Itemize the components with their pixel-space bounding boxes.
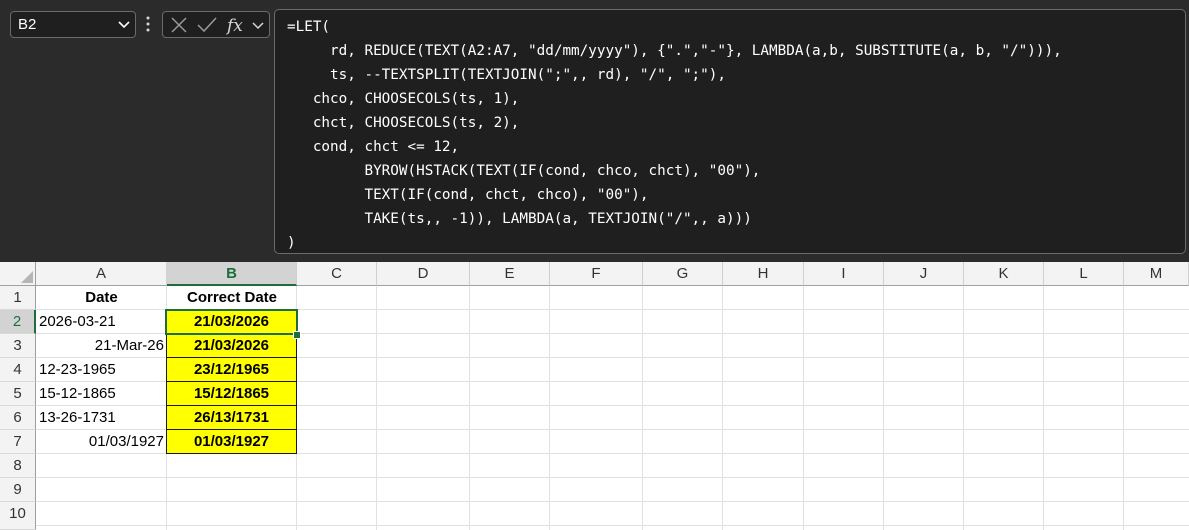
row-header-4[interactable]: 4 [0, 358, 36, 382]
row-header-7[interactable]: 7 [0, 430, 36, 454]
column-header-d[interactable]: D [377, 262, 470, 286]
row-header-6[interactable]: 6 [0, 406, 36, 430]
gridline [376, 286, 377, 530]
fill-handle[interactable] [293, 331, 301, 339]
gridline [883, 286, 884, 530]
svg-text:fx: fx [226, 16, 243, 35]
cell-b3[interactable]: 21/03/2026 [166, 334, 297, 358]
gridline [36, 501, 1189, 502]
active-cell-outline [165, 309, 298, 335]
cell-b1[interactable]: Correct Date [167, 286, 297, 310]
column-header-m[interactable]: M [1124, 262, 1189, 286]
cell-a5[interactable]: 15-12-1865 [36, 382, 167, 406]
fx-icon[interactable]: fx [226, 15, 248, 35]
row-header-1[interactable]: 1 [0, 286, 36, 310]
formula-line: chco, CHOOSECOLS(ts, 1), [287, 91, 520, 107]
column-header-b[interactable]: B [167, 262, 297, 286]
select-all-triangle-icon [21, 271, 33, 283]
cell-a7[interactable]: 01/03/1927 [36, 430, 167, 454]
name-box[interactable]: B2 [10, 11, 136, 38]
row-header-8[interactable]: 8 [0, 454, 36, 478]
x-icon[interactable] [169, 15, 189, 35]
formula-line: rd, REDUCE(TEXT(A2:A7, "dd/mm/yyyy"), {"… [287, 43, 1062, 59]
gridline [549, 286, 550, 530]
name-box-value: B2 [18, 16, 37, 33]
formula-input[interactable]: =LET( rd, REDUCE(TEXT(A2:A7, "dd/mm/yyyy… [274, 9, 1186, 254]
column-header-l[interactable]: L [1044, 262, 1124, 286]
row-header-10[interactable]: 10 [0, 502, 36, 530]
formula-line: TEXT(IF(cond, chct, chco), "00"), [287, 187, 649, 203]
row-header-2[interactable]: 2 [0, 310, 36, 334]
gridline [642, 286, 643, 530]
gridline [1043, 286, 1044, 530]
column-header-j[interactable]: J [884, 262, 964, 286]
chevron-down-icon[interactable] [117, 17, 131, 31]
column-header-f[interactable]: F [550, 262, 643, 286]
column-header-a[interactable]: A [36, 262, 167, 286]
check-icon[interactable] [196, 15, 218, 35]
cell-a3[interactable]: 21-Mar-26 [36, 334, 167, 358]
formula-text: =LET( rd, REDUCE(TEXT(A2:A7, "dd/mm/yyyy… [287, 15, 1062, 255]
cell-b6[interactable]: 26/13/1731 [166, 406, 297, 430]
column-header-g[interactable]: G [643, 262, 723, 286]
cell-b7[interactable]: 01/03/1927 [166, 430, 297, 454]
column-header-c[interactable]: C [297, 262, 377, 286]
formula-line: BYROW(HSTACK(TEXT(IF(cond, chco, chct), … [287, 163, 761, 179]
formula-line: TAKE(ts,, -1)), LAMBDA(a, TEXTJOIN("/",,… [287, 211, 752, 227]
cell-a2[interactable]: 2026-03-21 [36, 310, 167, 334]
formula-controls: fx [162, 11, 270, 38]
formula-line: chct, CHOOSECOLS(ts, 2), [287, 115, 520, 131]
gridline [469, 286, 470, 530]
cell-b4[interactable]: 23/12/1965 [166, 358, 297, 382]
row-header-9[interactable]: 9 [0, 478, 36, 502]
row-header-5[interactable]: 5 [0, 382, 36, 406]
formula-line: ) [287, 235, 296, 251]
chevron-down-icon[interactable] [251, 18, 265, 32]
gridline [36, 525, 1189, 526]
column-header-k[interactable]: K [964, 262, 1044, 286]
column-header-e[interactable]: E [470, 262, 550, 286]
gridline [36, 477, 1189, 478]
column-header-i[interactable]: I [804, 262, 884, 286]
select-all-button[interactable] [0, 262, 36, 286]
cell-a6[interactable]: 13-26-1731 [36, 406, 167, 430]
cell-b5[interactable]: 15/12/1865 [166, 382, 297, 406]
formula-line: =LET( [287, 19, 331, 35]
cell-a4[interactable]: 12-23-1965 [36, 358, 167, 382]
gridline [722, 286, 723, 530]
formula-line: ts, --TEXTSPLIT(TEXTJOIN(";",, rd), "/",… [287, 67, 726, 83]
row-header-3[interactable]: 3 [0, 334, 36, 358]
column-header-h[interactable]: H [723, 262, 804, 286]
gridline [963, 286, 964, 530]
gridline [803, 286, 804, 530]
vertical-ellipsis-icon[interactable] [142, 14, 154, 34]
gridline [1123, 286, 1124, 530]
cell-a1[interactable]: Date [36, 286, 167, 310]
formula-line: cond, chct <= 12, [287, 139, 460, 155]
worksheet-grid[interactable]: A B C D E F G H I J K L M 1 2 3 4 5 6 7 … [0, 262, 1189, 530]
